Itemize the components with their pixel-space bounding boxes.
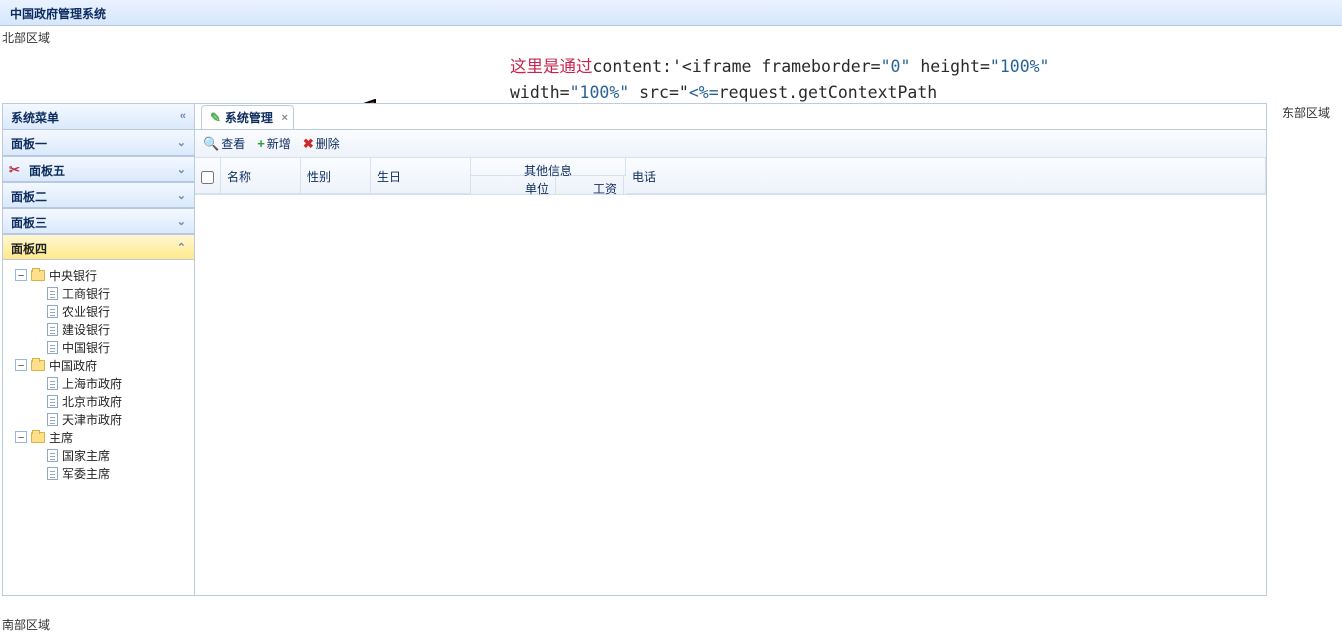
col-name[interactable]: 名称 bbox=[221, 158, 301, 194]
col-phone[interactable]: 电话 bbox=[626, 158, 1266, 194]
sidebar-title: 系统菜单 « bbox=[3, 104, 194, 130]
collapse-chevron-icon[interactable]: « bbox=[180, 110, 186, 122]
plus-icon: + bbox=[257, 136, 265, 151]
toolbar: 🔍 查看 + 新增 ✖ 删除 bbox=[195, 130, 1266, 158]
accordion-panel-1[interactable]: 面板一 ⌄ bbox=[3, 130, 194, 156]
collapse-icon[interactable]: − bbox=[15, 269, 27, 281]
tab-strip: ✎ 系统管理 × bbox=[195, 104, 1266, 130]
pencil-icon: ✎ bbox=[210, 110, 221, 126]
view-button[interactable]: 🔍 查看 bbox=[203, 135, 245, 152]
tree-folder[interactable]: −中央银行 bbox=[7, 266, 190, 284]
tree-view: −中央银行工商银行农业银行建设银行中国银行−中国政府上海市政府北京市政府天津市政… bbox=[3, 260, 194, 595]
select-all-checkbox[interactable] bbox=[201, 171, 214, 184]
accordion-panel-5[interactable]: ✂ 面板五 ⌄ bbox=[3, 156, 194, 182]
tree-folder[interactable]: −中国政府 bbox=[7, 356, 190, 374]
tree-leaf[interactable]: 中国银行 bbox=[7, 338, 190, 356]
collapse-icon[interactable]: − bbox=[15, 431, 27, 443]
col-salary[interactable]: 工资 bbox=[556, 176, 624, 194]
file-icon bbox=[47, 323, 58, 336]
file-icon bbox=[47, 377, 58, 390]
file-icon bbox=[47, 395, 58, 408]
sidebar: 系统菜单 « 面板一 ⌄ ✂ 面板五 ⌄ 面板二 ⌄ 面板三 ⌄ 面板四 bbox=[3, 104, 195, 595]
scissors-icon: ✂ bbox=[9, 162, 20, 178]
chevron-down-icon: ⌄ bbox=[177, 189, 186, 202]
file-icon bbox=[47, 341, 58, 354]
folder-icon bbox=[31, 270, 45, 281]
tree-leaf[interactable]: 天津市政府 bbox=[7, 410, 190, 428]
col-other: 其他信息 bbox=[471, 158, 626, 176]
close-icon[interactable]: × bbox=[281, 112, 287, 124]
select-all-cell[interactable] bbox=[195, 158, 221, 194]
chevron-up-icon: ⌃ bbox=[177, 241, 186, 254]
col-gender[interactable]: 性别 bbox=[301, 158, 371, 194]
chevron-down-icon: ⌄ bbox=[177, 136, 186, 149]
tree-leaf[interactable]: 建设银行 bbox=[7, 320, 190, 338]
chevron-down-icon: ⌄ bbox=[177, 163, 186, 176]
tree-leaf[interactable]: 上海市政府 bbox=[7, 374, 190, 392]
delete-icon: ✖ bbox=[303, 136, 314, 152]
accordion-panel-3[interactable]: 面板三 ⌄ bbox=[3, 208, 194, 234]
delete-button[interactable]: ✖ 删除 bbox=[303, 135, 340, 152]
file-icon bbox=[47, 413, 58, 426]
file-icon bbox=[47, 467, 58, 480]
tree-leaf[interactable]: 国家主席 bbox=[7, 446, 190, 464]
east-region-label: 东部区域 bbox=[1282, 104, 1330, 121]
tree-leaf[interactable]: 工商银行 bbox=[7, 284, 190, 302]
col-birthday[interactable]: 生日 bbox=[371, 158, 471, 194]
file-icon bbox=[47, 287, 58, 300]
grid-body bbox=[195, 195, 1266, 595]
annotation-prefix: 这里是通过 bbox=[510, 57, 593, 76]
grid-header: 名称 性别 生日 其他信息 单位 工资 电话 bbox=[195, 158, 1266, 195]
folder-icon bbox=[31, 432, 45, 443]
south-region-label: 南部区域 bbox=[2, 616, 50, 633]
header-bar: 中国政府管理系统 bbox=[0, 0, 1342, 26]
center-panel: ✎ 系统管理 × 🔍 查看 + 新增 ✖ 删除 bbox=[195, 104, 1266, 595]
add-button[interactable]: + 新增 bbox=[257, 135, 291, 152]
collapse-icon[interactable]: − bbox=[15, 359, 27, 371]
accordion-panel-4[interactable]: 面板四 ⌃ bbox=[3, 234, 194, 260]
tree-leaf[interactable]: 农业银行 bbox=[7, 302, 190, 320]
col-unit[interactable]: 单位 bbox=[471, 176, 556, 194]
file-icon bbox=[47, 305, 58, 318]
search-icon: 🔍 bbox=[203, 136, 219, 152]
chevron-down-icon: ⌄ bbox=[177, 215, 186, 228]
file-icon bbox=[47, 449, 58, 462]
tree-leaf[interactable]: 军委主席 bbox=[7, 464, 190, 482]
tree-leaf[interactable]: 北京市政府 bbox=[7, 392, 190, 410]
folder-icon bbox=[31, 360, 45, 371]
accordion-panel-2[interactable]: 面板二 ⌄ bbox=[3, 182, 194, 208]
tab-system-manage[interactable]: ✎ 系统管理 × bbox=[201, 105, 294, 129]
north-region-label: 北部区域 bbox=[2, 29, 50, 46]
app-title: 中国政府管理系统 bbox=[0, 0, 116, 27]
tree-folder[interactable]: −主席 bbox=[7, 428, 190, 446]
